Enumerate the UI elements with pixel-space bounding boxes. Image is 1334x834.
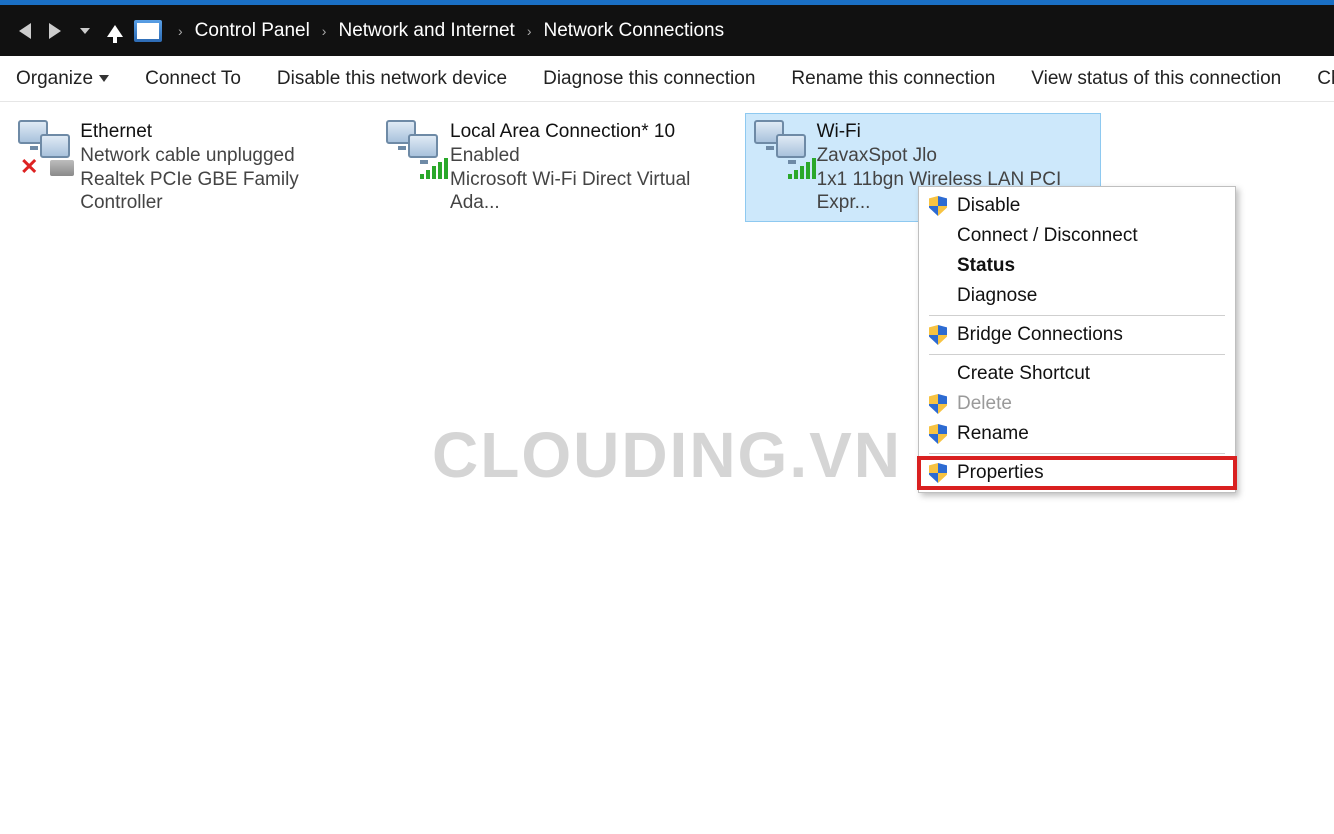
breadcrumb-sep-icon: › xyxy=(519,23,540,39)
ctx-disable[interactable]: Disable xyxy=(919,191,1235,221)
connection-name: Wi-Fi xyxy=(817,120,1092,144)
context-menu-separator xyxy=(929,315,1225,316)
organize-label: Organize xyxy=(16,68,93,90)
shield-icon xyxy=(929,463,947,483)
signal-bars-icon xyxy=(788,158,816,179)
connection-name: Ethernet xyxy=(80,120,356,144)
ctx-diagnose-label: Diagnose xyxy=(957,285,1037,307)
context-menu-separator xyxy=(929,453,1225,454)
context-menu-separator xyxy=(929,354,1225,355)
connection-device: Microsoft Wi-Fi Direct Virtual Ada... xyxy=(450,168,724,216)
ctx-properties-label: Properties xyxy=(957,462,1044,484)
connection-ethernet[interactable]: ✕ Ethernet Network cable unplugged Realt… xyxy=(10,114,364,221)
connection-text: Ethernet Network cable unplugged Realtek… xyxy=(80,120,356,215)
ctx-create-shortcut[interactable]: Create Shortcut xyxy=(919,359,1235,389)
ctx-diagnose[interactable]: Diagnose xyxy=(919,281,1235,311)
chevron-down-icon xyxy=(99,75,109,82)
breadcrumb-network-connections[interactable]: Network Connections xyxy=(540,20,729,42)
connection-device: Realtek PCIe GBE Family Controller xyxy=(80,168,356,216)
connection-status: ZavaxSpot Jlo xyxy=(817,144,1092,168)
organize-menu[interactable]: Organize xyxy=(16,68,109,90)
ctx-bridge-label: Bridge Connections xyxy=(957,324,1123,346)
network-adapter-icon: ✕ xyxy=(18,120,70,174)
disable-label: Disable this network device xyxy=(277,68,507,90)
error-x-icon: ✕ xyxy=(20,160,38,174)
diagnose-label: Diagnose this connection xyxy=(543,68,755,90)
change-settings-button[interactable]: Change setti xyxy=(1317,68,1334,90)
rename-label: Rename this connection xyxy=(791,68,995,90)
connection-status: Enabled xyxy=(450,144,724,168)
ctx-shortcut-label: Create Shortcut xyxy=(957,363,1090,385)
diagnose-button[interactable]: Diagnose this connection xyxy=(543,68,755,90)
connect-to-button[interactable]: Connect To xyxy=(145,68,241,90)
ctx-connect-disconnect[interactable]: Connect / Disconnect xyxy=(919,221,1235,251)
connection-local-area[interactable]: Local Area Connection* 10 Enabled Micros… xyxy=(378,114,732,221)
breadcrumb-sep-icon: › xyxy=(314,23,335,39)
shield-icon xyxy=(929,325,947,345)
ctx-disable-label: Disable xyxy=(957,195,1020,217)
ctx-rename-label: Rename xyxy=(957,423,1029,445)
folder-icon xyxy=(134,20,162,42)
breadcrumb-sep-icon: › xyxy=(170,23,191,39)
arrow-right-icon xyxy=(49,23,61,39)
rename-connection-button[interactable]: Rename this connection xyxy=(791,68,995,90)
arrow-left-icon xyxy=(19,23,31,39)
command-toolbar: Organize Connect To Disable this network… xyxy=(0,56,1334,102)
connect-to-label: Connect To xyxy=(145,68,241,90)
back-button[interactable] xyxy=(10,23,40,39)
ctx-delete-label: Delete xyxy=(957,393,1012,415)
forward-button[interactable] xyxy=(40,23,70,39)
shield-icon xyxy=(929,394,947,414)
arrow-up-icon xyxy=(107,25,123,37)
view-status-label: View status of this connection xyxy=(1031,68,1281,90)
ctx-status[interactable]: Status xyxy=(919,251,1235,281)
breadcrumb-network-internet[interactable]: Network and Internet xyxy=(334,20,518,42)
disable-device-button[interactable]: Disable this network device xyxy=(277,68,507,90)
address-bar: › Control Panel › Network and Internet ›… xyxy=(0,5,1334,56)
shield-icon xyxy=(929,196,947,216)
ctx-status-label: Status xyxy=(957,255,1015,277)
change-settings-label: Change setti xyxy=(1317,68,1334,90)
shield-icon xyxy=(929,424,947,444)
signal-bars-icon xyxy=(420,158,448,179)
connection-text: Local Area Connection* 10 Enabled Micros… xyxy=(450,120,724,215)
breadcrumb-control-panel[interactable]: Control Panel xyxy=(191,20,314,42)
view-status-button[interactable]: View status of this connection xyxy=(1031,68,1281,90)
connection-name: Local Area Connection* 10 xyxy=(450,120,724,144)
history-dropdown[interactable] xyxy=(70,28,100,34)
ethernet-plug-icon xyxy=(50,160,74,176)
network-adapter-icon xyxy=(386,120,440,174)
context-menu: Disable Connect / Disconnect Status Diag… xyxy=(918,186,1236,493)
network-adapter-icon xyxy=(754,120,807,174)
connection-status: Network cable unplugged xyxy=(80,144,356,168)
ctx-delete: Delete xyxy=(919,389,1235,419)
up-button[interactable] xyxy=(100,25,130,37)
ctx-connect-label: Connect / Disconnect xyxy=(957,225,1138,247)
ctx-rename[interactable]: Rename xyxy=(919,419,1235,449)
watermark-text: CLOUDING.VN xyxy=(432,418,902,492)
ctx-properties[interactable]: Properties xyxy=(919,458,1235,488)
chevron-down-icon xyxy=(80,28,90,34)
ctx-bridge[interactable]: Bridge Connections xyxy=(919,320,1235,350)
